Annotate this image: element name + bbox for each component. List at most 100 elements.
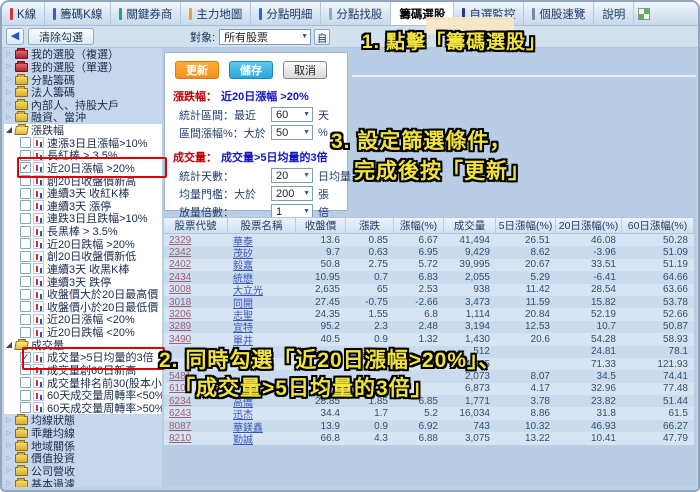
menu-tab[interactable]: 個股速覽	[524, 2, 595, 25]
stock-code-link[interactable]: 2329	[169, 235, 191, 246]
save-button[interactable]: 儲存	[229, 61, 273, 79]
sidebar-check-item[interactable]: 連續3天 收紅K棒	[4, 186, 162, 200]
column-header[interactable]: 股票代號	[164, 218, 228, 233]
sidebar-check-item[interactable]: 成交量排名前30(股本小於...	[4, 376, 162, 389]
item-checkbox[interactable]	[20, 187, 31, 199]
stock-code-link[interactable]: 2342	[169, 247, 191, 258]
cancel-button[interactable]: 取消	[283, 61, 327, 79]
sidebar-check-item[interactable]: 創20日收盤價新低	[4, 250, 162, 263]
expanded-arrow-icon[interactable]: ◢	[4, 340, 14, 349]
update-button[interactable]: 更新	[175, 61, 219, 79]
sidebar-folder-item[interactable]: ▷ 地域關係	[4, 439, 162, 452]
item-checkbox[interactable]	[20, 326, 31, 338]
sidebar-folder-item[interactable]: ▷ 基本過濾	[4, 477, 162, 487]
sidebar-check-item[interactable]: 60天成交量周轉率>50%	[4, 401, 162, 415]
collapsed-arrow-icon[interactable]: ▷	[4, 430, 14, 437]
collapsed-arrow-icon[interactable]: ▷	[4, 101, 14, 108]
item-checkbox[interactable]	[20, 389, 31, 401]
menu-tab[interactable]: 籌碼K線	[45, 2, 112, 25]
column-header[interactable]: 漲跌	[346, 218, 394, 233]
sidebar-folder-item[interactable]: ▷ 法人籌碼	[4, 86, 162, 99]
stock-code-link[interactable]: 6243	[169, 408, 191, 419]
sidebar-folder-item[interactable]: ▷ 內部人、持股大戶	[4, 98, 162, 111]
stock-code-link[interactable]: 2402	[169, 259, 191, 270]
sidebar-folder-item[interactable]: ▷ 均線狀態	[4, 414, 162, 427]
range-gain-dropdown[interactable]: 50 ▼	[271, 125, 313, 140]
sidebar-check-item[interactable]: 近20日跌幅 <20%	[4, 325, 162, 339]
sidebar-check-item[interactable]: 連續3天 漲停	[4, 199, 162, 213]
item-checkbox[interactable]	[20, 377, 31, 389]
item-checkbox[interactable]	[20, 402, 31, 414]
sidebar-check-item[interactable]: 連跌3日且跌幅>10%	[4, 212, 162, 225]
collapsed-arrow-icon[interactable]: ▷	[4, 51, 14, 58]
back-arrow-button[interactable]: ◀	[6, 28, 24, 45]
collapsed-arrow-icon[interactable]: ▷	[4, 114, 14, 121]
menu-tab[interactable]: K線	[2, 2, 46, 25]
sidebar-check-item[interactable]: 近20日漲幅 <20%	[4, 313, 162, 326]
item-checkbox[interactable]	[20, 200, 31, 212]
collapsed-arrow-icon[interactable]: ▷	[4, 480, 14, 487]
menu-tab[interactable]: 關鍵券商	[111, 2, 182, 25]
stock-code-link[interactable]: 3206	[169, 309, 191, 320]
collapsed-arrow-icon[interactable]: ▷	[4, 63, 14, 70]
sidebar-check-item[interactable]: 速漲3日且漲幅>10%	[4, 136, 162, 149]
item-checkbox[interactable]	[20, 212, 31, 224]
column-header[interactable]: 收盤價	[296, 218, 346, 233]
column-header[interactable]: 20日漲幅(%)	[556, 218, 622, 233]
sidebar-check-item[interactable]: 連續3天 收黑K棒	[4, 262, 162, 276]
sidebar-check-item[interactable]: 60天成交量周轉率<50%	[4, 388, 162, 402]
avg-days-dropdown[interactable]: 20 ▼	[271, 168, 313, 183]
item-checkbox[interactable]	[20, 225, 31, 237]
stock-name-link[interactable]: 勤誠	[233, 435, 253, 446]
volume-threshold-dropdown[interactable]: 200 ▼	[271, 186, 313, 201]
collapsed-arrow-icon[interactable]: ▷	[4, 455, 14, 462]
sidebar-check-item[interactable]: 長黑棒 > 3.5%	[4, 224, 162, 238]
menu-tab[interactable]: 分點找股	[321, 2, 392, 25]
stock-code-link[interactable]: 3289	[169, 321, 191, 332]
target-custom-button[interactable]: 自	[314, 28, 331, 45]
menu-tab[interactable]: 說明	[594, 2, 635, 25]
sidebar-folder-item[interactable]: ◢ 漲跌幅	[4, 123, 162, 137]
stat-days-dropdown[interactable]: 60 ▼	[271, 107, 313, 122]
sidebar-folder-item[interactable]: ▷ 乖離均線	[4, 427, 162, 439]
stock-code-link[interactable]: 2434	[169, 272, 191, 283]
column-header[interactable]: 漲幅(%)	[394, 218, 444, 233]
column-header[interactable]: 成交量	[444, 218, 496, 233]
item-checkbox[interactable]	[20, 276, 31, 288]
app-grid-icon[interactable]	[638, 8, 651, 20]
column-header[interactable]: 5日漲幅(%)	[496, 218, 556, 233]
item-checkbox[interactable]	[20, 263, 31, 275]
item-checkbox[interactable]	[20, 137, 31, 149]
stock-code-link[interactable]: 8210	[169, 433, 191, 444]
collapsed-arrow-icon[interactable]: ▷	[4, 467, 14, 474]
menu-tab[interactable]: 分點明細	[251, 2, 322, 25]
sidebar-check-item[interactable]: 收盤價大於20日最高價	[4, 287, 162, 301]
item-checkbox[interactable]	[20, 238, 31, 250]
sidebar-check-item[interactable]: 收盤價小於20日最低價	[4, 300, 162, 314]
expanded-arrow-icon[interactable]: ◢	[4, 126, 14, 134]
clear-selection-button[interactable]: 清除勾選	[28, 28, 94, 45]
menu-tab[interactable]: 主力地圖	[181, 2, 252, 25]
stock-code-link[interactable]: 3018	[169, 297, 191, 308]
sidebar-check-item[interactable]: 連續3天 跌停	[4, 275, 162, 288]
column-header[interactable]: 60日漲幅(%)	[622, 218, 694, 233]
stock-code-link[interactable]: 3008	[169, 284, 191, 295]
item-checkbox[interactable]	[20, 313, 31, 325]
collapsed-arrow-icon[interactable]: ▷	[4, 417, 14, 424]
collapsed-arrow-icon[interactable]: ▷	[4, 89, 14, 96]
sidebar-folder-item[interactable]: ▷ 分點籌碼	[4, 73, 162, 86]
collapsed-arrow-icon[interactable]: ▷	[4, 442, 14, 449]
item-checkbox[interactable]	[20, 250, 31, 262]
column-header[interactable]: 股票名稱	[228, 218, 296, 233]
sidebar-folder-item[interactable]: ▷ 價值投資	[4, 452, 162, 465]
sidebar-folder-item[interactable]: ▷ 公司營收	[4, 464, 162, 477]
sidebar-folder-item[interactable]: ▷ 融資、當沖	[4, 111, 162, 124]
sidebar-check-item[interactable]: 近20日跌幅 >20%	[4, 237, 162, 250]
sidebar-folder-item[interactable]: ▷ 我的選股（複選）	[4, 48, 162, 61]
collapsed-arrow-icon[interactable]: ▷	[4, 76, 14, 83]
stock-code-link[interactable]: 8087	[169, 421, 191, 432]
sidebar-folder-item[interactable]: ▷ 我的選股（單選）	[4, 60, 162, 73]
target-dropdown[interactable]: 所有股票 ▼	[219, 28, 312, 45]
item-checkbox[interactable]	[20, 301, 31, 313]
item-checkbox[interactable]	[20, 288, 31, 300]
